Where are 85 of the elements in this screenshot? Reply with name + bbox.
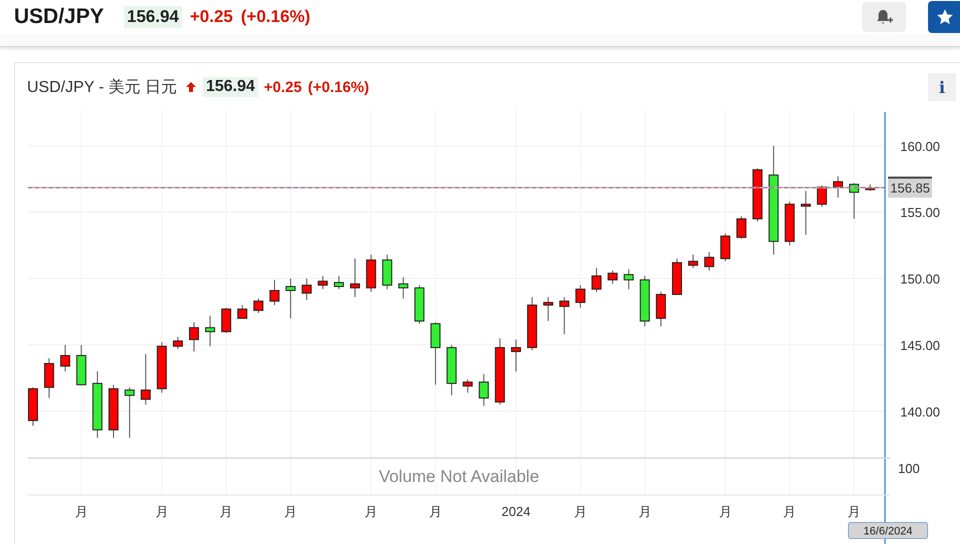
candlestick — [559, 296, 570, 335]
candlestick — [688, 254, 698, 268]
candlestick — [446, 344, 457, 396]
price-change: +0.25 — [264, 78, 302, 96]
volume-message: Volume Not Available — [378, 467, 540, 486]
candlestick — [462, 378, 473, 394]
axis-label: 月 — [783, 504, 796, 519]
axis-label: 140.00 — [900, 404, 940, 420]
candlestick — [350, 258, 360, 298]
candlestick — [60, 344, 70, 372]
candlestick — [318, 275, 328, 290]
candlestick — [575, 284, 586, 308]
star-icon — [936, 8, 954, 26]
candlestick — [140, 354, 151, 406]
candlestick — [414, 284, 424, 324]
candlestick — [270, 279, 280, 306]
axis-label: 月 — [718, 504, 732, 519]
candlestick — [672, 258, 682, 295]
candlestick — [286, 278, 296, 319]
candlestick — [156, 342, 167, 394]
candlestick — [172, 336, 183, 350]
candlestick — [784, 201, 795, 246]
axis-label: 月 — [364, 504, 378, 519]
add-alert-button[interactable] — [862, 2, 906, 32]
chart-title: USD/JPY - 美元 日元 — [27, 78, 177, 98]
axis-label: 月 — [638, 504, 652, 519]
candlestick — [494, 338, 505, 406]
candlestick — [816, 185, 827, 208]
date-label: 16/6/2024 — [848, 522, 928, 539]
axis-label: 月 — [284, 504, 298, 519]
candlestick — [302, 278, 312, 300]
candlestick — [736, 216, 746, 240]
info-button[interactable]: i — [928, 73, 956, 101]
candlestick — [704, 252, 714, 272]
axis-label: 月 — [429, 504, 442, 519]
candlestick — [398, 276, 408, 299]
candlestick — [108, 384, 118, 438]
candlestick — [189, 322, 199, 352]
price-change: +0.25 — [190, 7, 233, 27]
percent-change: (+0.16%) — [308, 78, 370, 96]
candlestick — [253, 298, 264, 314]
candlestick — [124, 386, 135, 438]
candlestick — [511, 339, 521, 372]
axis-label: 月 — [155, 504, 168, 519]
axis-label: 160.00 — [900, 138, 940, 154]
candlestick — [608, 270, 618, 284]
price: 156.94 — [202, 77, 258, 97]
candlestick — [221, 307, 232, 334]
symbol-title: USD/JPY — [14, 5, 104, 29]
axis-label: 155.00 — [900, 205, 940, 220]
candlestick — [44, 358, 54, 398]
candlestick — [92, 370, 102, 438]
candlestick — [543, 296, 554, 322]
axis-label: 2024 — [502, 504, 530, 519]
candlestick — [624, 268, 634, 290]
candlestick — [76, 344, 86, 386]
candlestick — [205, 315, 216, 347]
axis-label: 月 — [220, 504, 233, 519]
candlestick — [640, 275, 650, 327]
candlestick — [334, 275, 344, 290]
axis-label: 月 — [574, 504, 587, 519]
price: 156.94 — [124, 6, 182, 28]
candlestick — [752, 168, 762, 222]
candlestick — [592, 267, 602, 292]
candlestick — [237, 304, 248, 319]
candlestick — [28, 386, 38, 426]
axis-label: 150.00 — [900, 272, 940, 287]
candlestick — [720, 232, 730, 262]
percent-change: (+0.16%) — [240, 7, 310, 27]
candlestick — [833, 176, 843, 198]
candlestick — [849, 182, 860, 220]
candlestick — [656, 291, 666, 327]
axis-label: 100 — [898, 461, 920, 476]
candlestick — [430, 322, 440, 386]
candlestick — [527, 296, 538, 351]
axis-label: 月 — [74, 504, 88, 519]
candlestick — [366, 254, 376, 292]
candlestick — [800, 190, 811, 236]
candlestick — [865, 184, 876, 192]
axis-label: 月 — [848, 504, 861, 519]
watchlist-button[interactable] — [928, 1, 960, 33]
current-price-label: 156.85 — [888, 176, 932, 198]
axis-label: 145.00 — [900, 338, 940, 353]
candlestick — [382, 254, 392, 290]
candlestick — [478, 374, 489, 406]
